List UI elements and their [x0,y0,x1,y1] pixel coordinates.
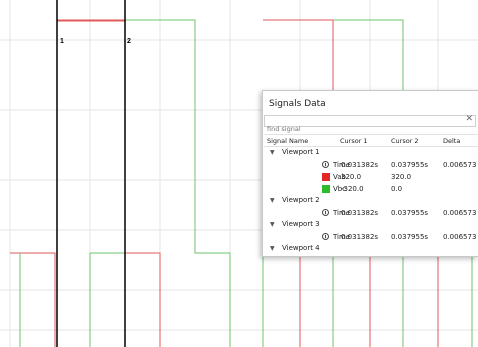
table-row[interactable]: Vbc -320.0 0.0 [264,183,478,195]
viewport-2-group[interactable]: ▼ Viewport 2 [264,195,478,207]
cursor-1-label: 1 [60,38,64,45]
vab-trace-lower [10,252,56,347]
panel-title: Signals Data [269,99,326,109]
column-header-cursor-1[interactable]: Cursor 1 [340,137,368,145]
vbc-trace-upper-2 [333,19,404,90]
vbc-trace-lower-2 [90,252,126,347]
delta-value: 0.006573 [443,233,477,241]
vab-trace-lower-2 [125,252,161,347]
chevron-down-icon[interactable]: ▼ [270,221,275,228]
delta-value: 0.006573 [443,209,477,217]
cursor-1-value: -320.0 [341,185,364,193]
delta-value: 0.006573 [443,161,477,169]
cursor-2-value: 0.037955s [391,209,429,217]
viewport-3-group[interactable]: ▼ Viewport 3 [264,219,478,231]
viewport-label: Viewport 1 [282,148,320,156]
signals-data-panel: Signals Data ✕ Signal Name Cursor 1 Curs… [262,90,478,257]
cursor-1-value: 0.031382s [341,161,379,169]
chevron-down-icon[interactable]: ▼ [270,245,275,252]
search-input[interactable] [265,124,457,134]
table-row[interactable]: Time 0.031382s 0.037955s 0.006573 [264,231,478,243]
cursor-2-value: 320.0 [391,173,412,181]
clock-icon [322,161,329,168]
cursor-2-value: 0.037955s [391,161,429,169]
clock-icon [322,233,329,240]
search-box: ✕ [264,114,476,134]
column-header-signal-name[interactable]: Signal Name [267,137,308,145]
chevron-down-icon[interactable]: ▼ [270,197,275,204]
vab-trace [56,19,126,22]
column-header-cursor-2[interactable]: Cursor 2 [391,137,419,145]
viewport-label: Viewport 3 [282,220,320,228]
viewport-1-group[interactable]: ▼ Viewport 1 [264,147,478,159]
cursor-2-label: 2 [127,38,131,45]
table-row[interactable]: Vab 320.0 320.0 [264,171,478,183]
cursor-1-value: 0.031382s [341,233,379,241]
vab-color-swatch [322,173,330,181]
cursor-1-value: 320.0 [341,173,362,181]
cursor-2-value: 0.037955s [391,233,429,241]
viewport-label: Viewport 4 [282,244,320,252]
vbc-trace-upper [125,19,231,347]
table-row[interactable]: Time 0.031382s 0.037955s 0.006573 [264,159,478,171]
table-header: Signal Name Cursor 1 Cursor 2 Delta [264,134,478,147]
cursor-1-value: 0.031382s [341,209,379,217]
vbc-color-swatch [322,185,330,193]
viewport-label: Viewport 2 [282,196,320,204]
clock-icon [322,209,329,216]
close-icon[interactable]: ✕ [465,114,473,124]
column-header-delta[interactable]: Delta [443,137,460,145]
viewport-4-group[interactable]: ▼ Viewport 4 [264,243,478,255]
table-row[interactable]: Time 0.031382s 0.037955s 0.006573 [264,207,478,219]
chevron-down-icon[interactable]: ▼ [270,149,275,156]
cursor-2-value: 0.0 [391,185,403,193]
